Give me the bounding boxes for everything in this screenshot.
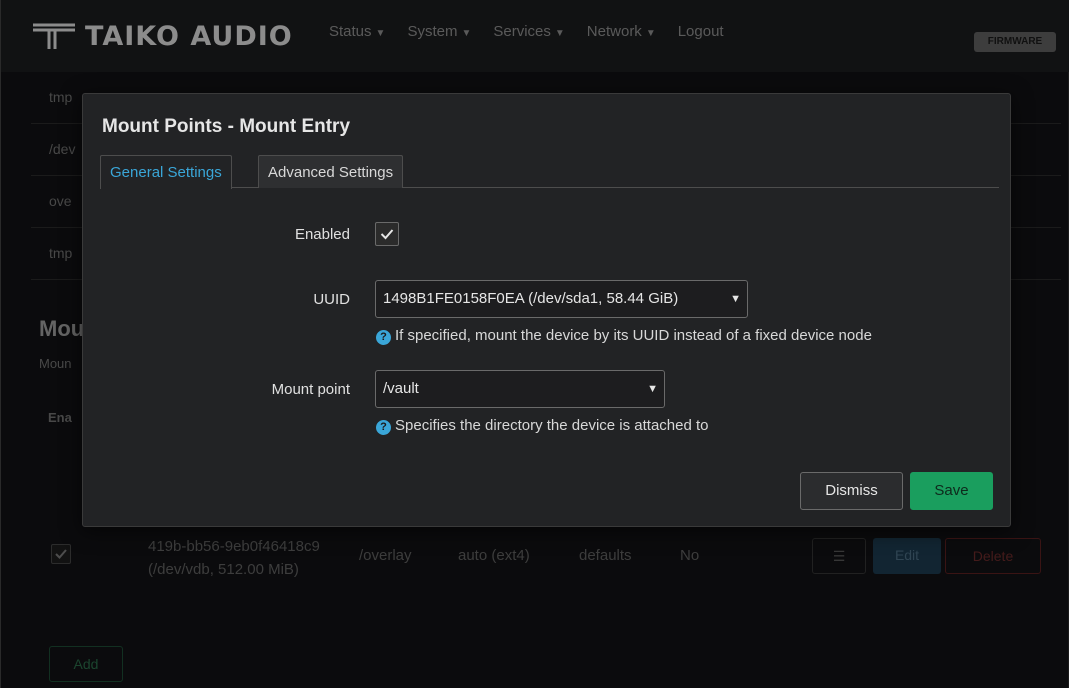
modal-tabs: General Settings Advanced Settings (100, 155, 999, 189)
help-icon: ? (376, 420, 391, 435)
save-button[interactable]: Save (910, 472, 993, 510)
enabled-label: Enabled (294, 226, 350, 243)
enabled-checkbox[interactable] (375, 222, 399, 246)
modal-title: Mount Points - Mount Entry (102, 116, 351, 137)
mount-point-value: /vault (383, 380, 419, 397)
dismiss-button[interactable]: Dismiss (800, 472, 903, 510)
dropdown-arrow-icon: ▼ (647, 383, 658, 395)
tab-general-settings[interactable]: General Settings (100, 155, 232, 189)
uuid-label: UUID (313, 291, 350, 308)
mount-point-help-text: Specifies the directory the device is at… (395, 417, 709, 434)
dropdown-arrow-icon: ▼ (730, 293, 741, 305)
mount-point-select[interactable]: /vault ▼ (375, 370, 665, 408)
mount-point-help: ? Specifies the directory the device is a… (376, 417, 709, 435)
uuid-help: ? If specified, mount the device by its U… (376, 327, 872, 345)
tab-advanced-settings[interactable]: Advanced Settings (258, 155, 404, 188)
mount-entry-modal: Mount Points - Mount Entry General Setti… (82, 93, 1011, 527)
checkmark-icon (380, 229, 394, 240)
app-window: TAIKO AUDIO Status ▼ System ▼ Services ▼ Ne… (0, 0, 1069, 688)
uuid-select[interactable]: 1498B1FE0158F0EA (/dev/sda1, 58.44 GiB) … (375, 280, 748, 318)
help-icon: ? (376, 330, 391, 345)
mount-point-label: Mount point (271, 381, 350, 398)
uuid-help-text: If specified, mount the device by its UU… (395, 327, 872, 344)
uuid-value: 1498B1FE0158F0EA (/dev/sda1, 58.44 GiB) (383, 290, 679, 307)
